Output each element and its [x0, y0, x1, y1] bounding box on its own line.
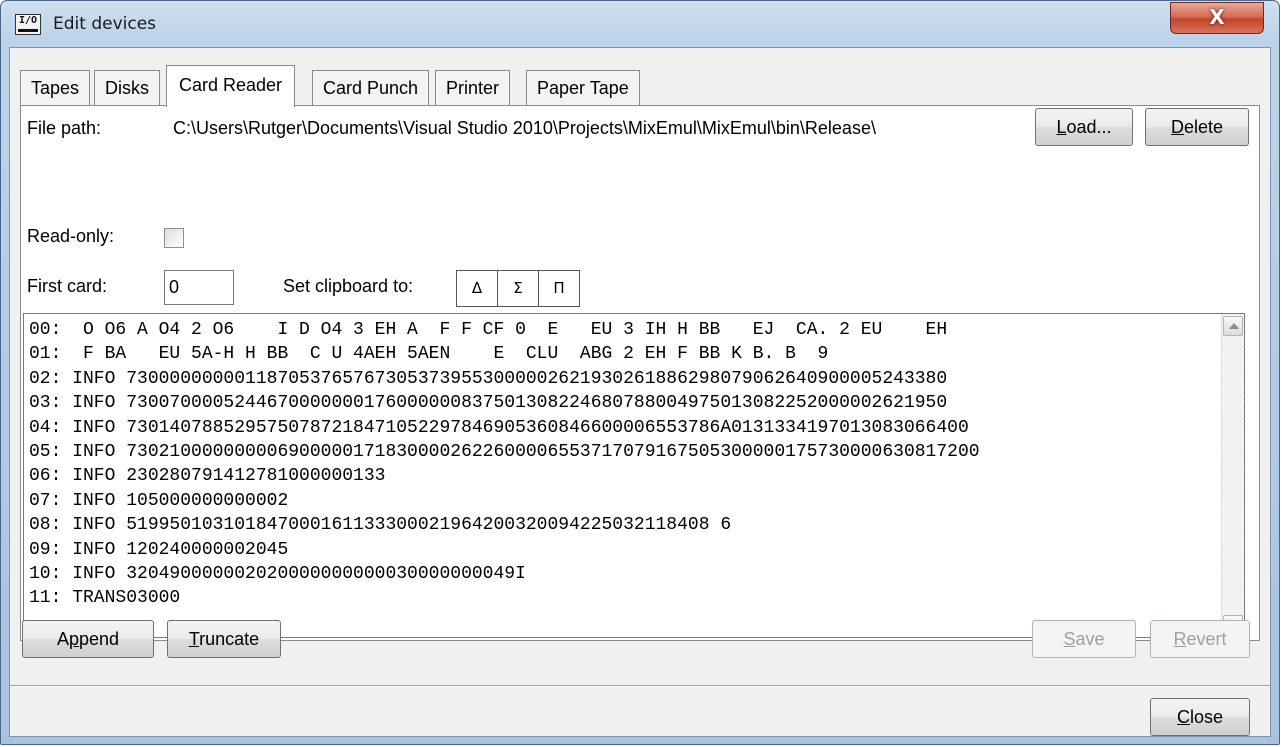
tab-tapes[interactable]: Tapes — [20, 70, 91, 106]
scroll-up-button[interactable] — [1223, 316, 1243, 336]
window-close-button[interactable]: X — [1170, 2, 1264, 34]
clipboard-sigma-button[interactable]: Σ — [497, 270, 539, 307]
read-only-label: Read-only: — [27, 226, 115, 246]
append-label-start: A — [56, 629, 69, 649]
tab-paper-tape[interactable]: Paper Tape — [526, 70, 640, 106]
load-button[interactable]: Load... — [1035, 108, 1133, 146]
truncate-accel: T — [188, 629, 200, 649]
tab-label: Card Punch — [323, 78, 419, 98]
save-button[interactable]: Save — [1032, 620, 1136, 658]
edit-devices-window: I/O Edit devices X Tapes Disks Card Read… — [0, 0, 1280, 745]
clipboard-pi-button[interactable]: Π — [538, 270, 580, 307]
footer-divider — [10, 685, 1270, 687]
card-line: 04: INFO 7301407885295750787218471052297… — [29, 417, 969, 438]
append-button[interactable]: Append — [22, 620, 154, 658]
card-line: 11: TRANS03000 — [29, 588, 181, 609]
tab-printer[interactable]: Printer — [435, 70, 511, 106]
delete-button[interactable]: Delete — [1145, 108, 1249, 146]
tab-label: Printer — [446, 78, 500, 98]
load-label: oad... — [1066, 117, 1112, 137]
save-accel: S — [1063, 629, 1076, 649]
first-card-input[interactable] — [164, 270, 234, 305]
load-accel: L — [1056, 117, 1067, 137]
card-line: 03: INFO 7300700005244670000000176000000… — [29, 393, 948, 414]
revert-button[interactable]: Revert — [1150, 620, 1250, 658]
close-label: lose — [1189, 707, 1224, 727]
tab-card-reader[interactable]: Card Reader — [166, 65, 296, 107]
card-line: 02: INFO 7300000000011870537657673053739… — [29, 368, 948, 389]
title-bar[interactable]: I/O Edit devices X — [1, 1, 1279, 47]
card-line: 10: INFO 3204900000020200000000000300000… — [29, 563, 526, 584]
close-accel: C — [1176, 707, 1190, 727]
window-title: Edit devices — [53, 14, 157, 34]
dialog-client-area: Tapes Disks Card Reader Card Punch Print… — [9, 47, 1271, 737]
card-reader-panel: File path: C:\Users\Rutger\Documents\Vis… — [20, 105, 1260, 641]
set-clipboard-label: Set clipboard to: — [283, 276, 414, 296]
tab-label: Paper Tape — [537, 78, 629, 98]
tab-label: Tapes — [31, 78, 80, 98]
card-lines: 00: O O6 A O4 2 O6 I D O4 3 EH A F F CF … — [29, 318, 1220, 611]
append-accel: p — [68, 629, 79, 649]
card-line: 01: F BA EU 5A-H H BB C U 4AEH 5AEN E CL… — [29, 344, 829, 365]
tab-card-punch[interactable]: Card Punch — [312, 70, 430, 106]
revert-accel: R — [1173, 629, 1187, 649]
card-line: 00: O O6 A O4 2 O6 I D O4 3 EH A F F CF … — [29, 320, 948, 340]
append-label-end: pend — [78, 629, 120, 649]
card-data-editor[interactable]: 00: O O6 A O4 2 O6 I D O4 3 EH A F F CF … — [23, 313, 1245, 638]
revert-label: evert — [1186, 629, 1227, 649]
delete-label: elete — [1183, 117, 1224, 137]
read-only-checkbox[interactable] — [164, 228, 184, 248]
truncate-label: runcate — [199, 629, 260, 649]
card-line: 07: INFO 105000000000002 — [29, 490, 289, 511]
truncate-button[interactable]: Truncate — [167, 620, 281, 658]
save-label: ave — [1075, 629, 1105, 649]
close-icon: X — [1209, 5, 1225, 29]
card-line: 08: INFO 5199501031018470001611333000219… — [29, 515, 732, 536]
file-path-label: File path: — [27, 118, 102, 138]
app-icon-text: I/O — [18, 15, 38, 26]
io-app-icon: I/O — [15, 14, 41, 35]
scroll-up-icon — [1229, 323, 1239, 329]
tab-label: Card Reader — [179, 75, 283, 95]
clipboard-delta-button[interactable]: Δ — [456, 270, 498, 307]
card-line: 05: INFO 7302100000000069000001718300002… — [29, 441, 980, 462]
delete-accel: D — [1170, 117, 1184, 137]
card-line: 09: INFO 120240000002045 — [29, 539, 289, 560]
card-line: 06: INFO 230280791412781000000133 — [29, 466, 386, 487]
vertical-scrollbar[interactable] — [1221, 314, 1244, 637]
tab-disks[interactable]: Disks — [94, 70, 160, 106]
first-card-label: First card: — [27, 276, 108, 296]
file-path-value: C:\Users\Rutger\Documents\Visual Studio … — [173, 118, 876, 138]
tab-label: Disks — [105, 78, 149, 98]
close-button[interactable]: Close — [1150, 698, 1250, 736]
